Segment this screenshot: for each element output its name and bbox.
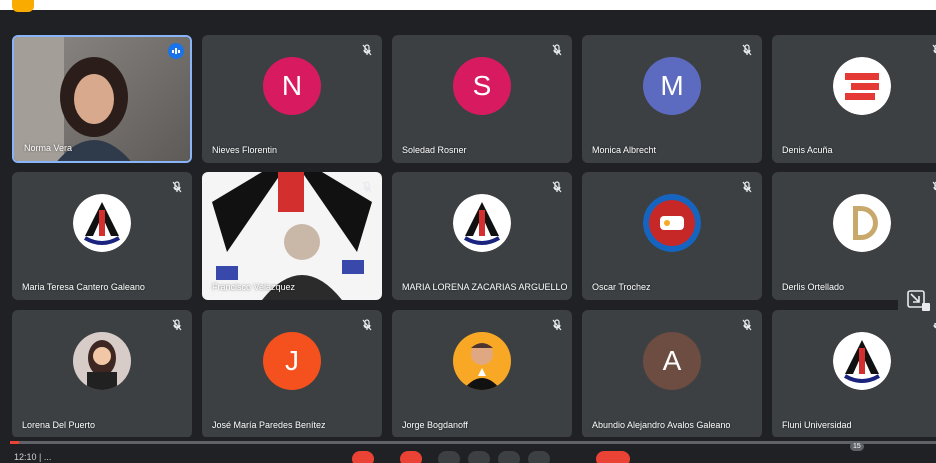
participant-avatar <box>453 194 511 253</box>
mic-muted-icon <box>360 43 374 57</box>
participant-avatar <box>833 332 891 391</box>
mic-muted-icon <box>360 180 374 194</box>
participant-name: Lorena Del Puerto <box>22 420 96 430</box>
participant-avatar: J <box>263 332 321 391</box>
mic-muted-icon <box>930 180 936 194</box>
participant-name: MARIA LORENA ZACARIAS ARGUELLO <box>402 282 568 292</box>
participant-avatar: M <box>643 57 701 116</box>
participant-name: Maria Teresa Cantero Galeano <box>22 282 145 292</box>
participant-avatar <box>73 332 131 391</box>
avatar-initial: J <box>285 345 299 377</box>
participant-tile[interactable]: M Monica Albrecht <box>582 35 762 163</box>
more-options-button[interactable] <box>528 451 550 463</box>
participant-count-badge: 15 <box>850 442 864 451</box>
participant-name: Oscar Trochez <box>592 282 651 292</box>
mic-muted-icon <box>360 318 374 332</box>
participant-name: Norma Vera <box>24 143 73 153</box>
avatar-initial: M <box>660 70 684 102</box>
avatar-initial: A <box>662 345 682 377</box>
participant-tile[interactable]: Oscar Trochez <box>582 172 762 300</box>
mic-muted-icon <box>170 180 184 194</box>
mic-muted-icon <box>550 180 564 194</box>
participant-tile[interactable]: MARIA LORENA ZACARIAS ARGUELLO <box>392 172 572 300</box>
participant-name: Fluni Universidad <box>782 420 852 430</box>
participant-avatar: A <box>643 332 701 391</box>
participant-avatar: S <box>453 57 511 116</box>
participant-name: José María Paredes Benítez <box>212 420 326 430</box>
participant-name: Jorge Bogdanoff <box>402 420 468 430</box>
progress-fill <box>10 441 20 444</box>
meeting-clock: 12:10 | ... <box>14 452 52 462</box>
participant-tile[interactable]: Maria Teresa Cantero Galeano <box>12 172 192 300</box>
avatar-initial: N <box>281 70 303 102</box>
mic-button[interactable] <box>352 451 374 463</box>
camera-button[interactable] <box>400 451 422 463</box>
participant-avatar: N <box>263 57 321 116</box>
participant-name: Monica Albrecht <box>592 145 657 155</box>
speaking-indicator-icon <box>168 43 184 59</box>
camera-feed <box>202 172 382 300</box>
expand-panel-button[interactable] <box>898 277 936 323</box>
leave-call-button[interactable] <box>596 451 630 463</box>
participant-name: Denis Acuña <box>782 145 833 155</box>
participant-tile[interactable]: Jorge Bogdanoff <box>392 310 572 438</box>
mic-muted-icon <box>740 43 754 57</box>
participant-tile[interactable]: J José María Paredes Benítez <box>202 310 382 438</box>
mic-muted-icon <box>930 43 936 57</box>
participant-name: Nieves Florentin <box>212 145 278 155</box>
participant-tile[interactable]: A Abundio Alejandro Avalos Galeano <box>582 310 762 438</box>
mic-muted-icon <box>740 180 754 194</box>
participant-name: Soledad Rosner <box>402 145 467 155</box>
mic-muted-icon <box>550 318 564 332</box>
participant-tile[interactable]: N Nieves Florentin <box>202 35 382 163</box>
participant-name: Abundio Alejandro Avalos Galeano <box>592 420 731 430</box>
participant-name: Francisco Velazquez <box>212 282 296 292</box>
raise-hand-button[interactable] <box>468 451 490 463</box>
participant-avatar <box>643 194 701 253</box>
mic-muted-icon <box>740 318 754 332</box>
participant-avatar <box>453 332 511 391</box>
participant-tile[interactable]: Fluni Universidad <box>772 310 936 438</box>
participant-avatar <box>833 194 891 253</box>
captions-button[interactable] <box>438 451 460 463</box>
participant-tile[interactable]: Norma Vera <box>12 35 192 163</box>
participant-avatar <box>73 194 131 253</box>
participant-tile[interactable]: Lorena Del Puerto <box>12 310 192 438</box>
participant-tile[interactable]: Francisco Velazquez <box>202 172 382 300</box>
participant-tile[interactable]: Denis Acuña <box>772 35 936 163</box>
mic-muted-icon <box>550 43 564 57</box>
playback-progress[interactable] <box>10 441 936 444</box>
meeting-info-badge[interactable] <box>12 0 34 12</box>
mic-muted-icon <box>170 318 184 332</box>
present-button[interactable] <box>498 451 520 463</box>
participant-tile[interactable]: S Soledad Rosner <box>392 35 572 163</box>
open-in-icon <box>907 290 930 311</box>
participant-name: Derlis Ortellado <box>782 282 845 292</box>
avatar-initial: S <box>472 70 492 102</box>
participant-avatar <box>833 57 891 116</box>
